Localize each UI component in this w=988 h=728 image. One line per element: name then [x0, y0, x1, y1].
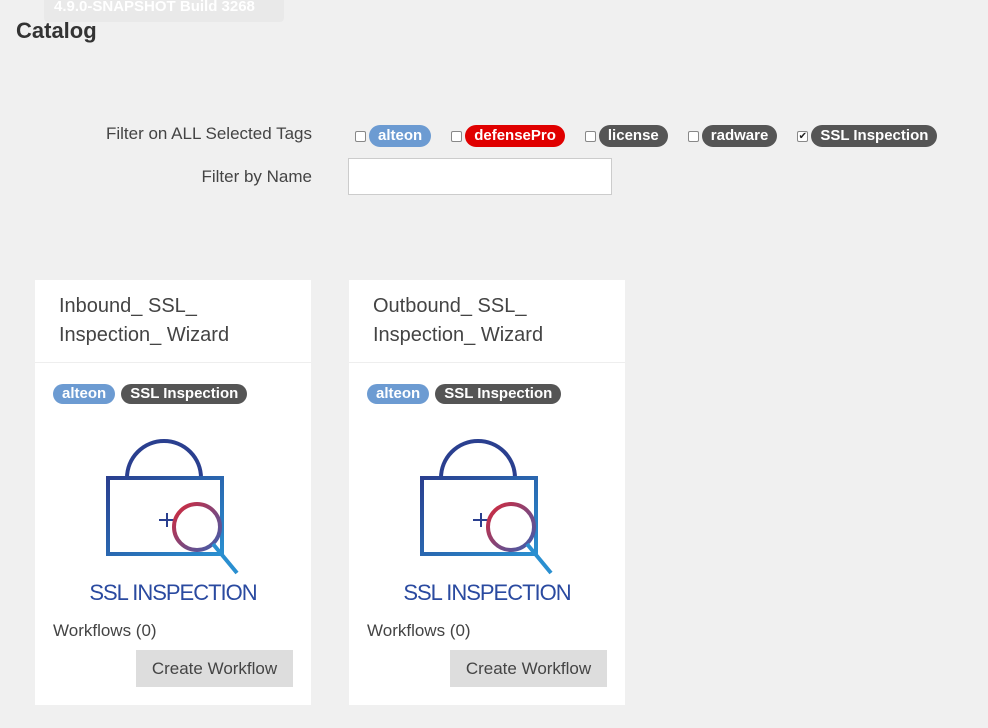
tag-pill-defensepro[interactable]: defensePro [465, 125, 565, 147]
tag-pill-radware[interactable]: radware [701, 125, 778, 147]
card-title-line2: Inspection_ Wizard [59, 324, 230, 346]
tag-pill-alteon[interactable]: alteon [369, 125, 432, 147]
filter-tags-label: Filter on ALL Selected Tags [105, 124, 312, 143]
tag-filter-license[interactable]: license [584, 125, 668, 147]
tag-filter-radware[interactable]: radware [687, 125, 778, 147]
card-tag-ssl-inspection: SSL Inspection [435, 384, 562, 404]
workflows-count: Workflows (0) [367, 621, 471, 640]
card-title[interactable]: Outbound_ SSL_ Inspection_ Wizard [349, 280, 625, 363]
ssl-inspection-logo-text: SSL INSPECTION [403, 580, 571, 605]
tag-checkbox-defensepro[interactable] [451, 130, 463, 142]
card-tags: alteon SSL Inspection [367, 384, 567, 404]
card-title[interactable]: Inbound_ SSL_ Inspection_ Wizard [35, 280, 311, 363]
tag-filter-alteon[interactable]: alteon [355, 125, 432, 147]
create-workflow-button[interactable]: Create Workflow [450, 650, 607, 687]
ssl-inspection-logo-text: SSL INSPECTION [89, 580, 257, 605]
card-title-line1: Inbound_ SSL_ [59, 295, 197, 317]
filter-name-label: Filter by Name [201, 167, 312, 186]
card-tag-ssl-inspection: SSL Inspection [121, 384, 248, 404]
catalog-card: Outbound_ SSL_ Inspection_ Wizard alteon… [349, 280, 625, 705]
tag-filter-ssl-inspection[interactable]: ✔ SSL Inspection [797, 125, 938, 147]
create-workflow-button[interactable]: Create Workflow [136, 650, 293, 687]
page-title: Catalog [16, 18, 97, 43]
tag-filter-group: alteon defensePro license radware ✔ SSL … [355, 124, 938, 148]
tag-pill-license[interactable]: license [598, 125, 668, 147]
tag-checkbox-ssl-inspection[interactable]: ✔ [797, 130, 809, 142]
card-tags: alteon SSL Inspection [53, 384, 253, 404]
tag-checkbox-alteon[interactable] [355, 130, 366, 142]
card-tag-alteon: alteon [367, 384, 430, 404]
catalog-card: Inbound_ SSL_ Inspection_ Wizard alteon … [35, 280, 311, 705]
workflows-count: Workflows (0) [53, 621, 157, 640]
tag-checkbox-license[interactable] [584, 130, 596, 142]
tag-checkbox-radware[interactable] [687, 130, 699, 142]
card-title-line2: Inspection_ Wizard [373, 324, 544, 346]
tag-filter-defensepro[interactable]: defensePro [451, 125, 565, 147]
card-tag-alteon: alteon [53, 384, 116, 404]
card-title-line1: Outbound_ SSL_ [373, 295, 527, 317]
tag-pill-ssl-inspection[interactable]: SSL Inspection [811, 125, 938, 147]
filter-name-input[interactable] [348, 158, 612, 195]
